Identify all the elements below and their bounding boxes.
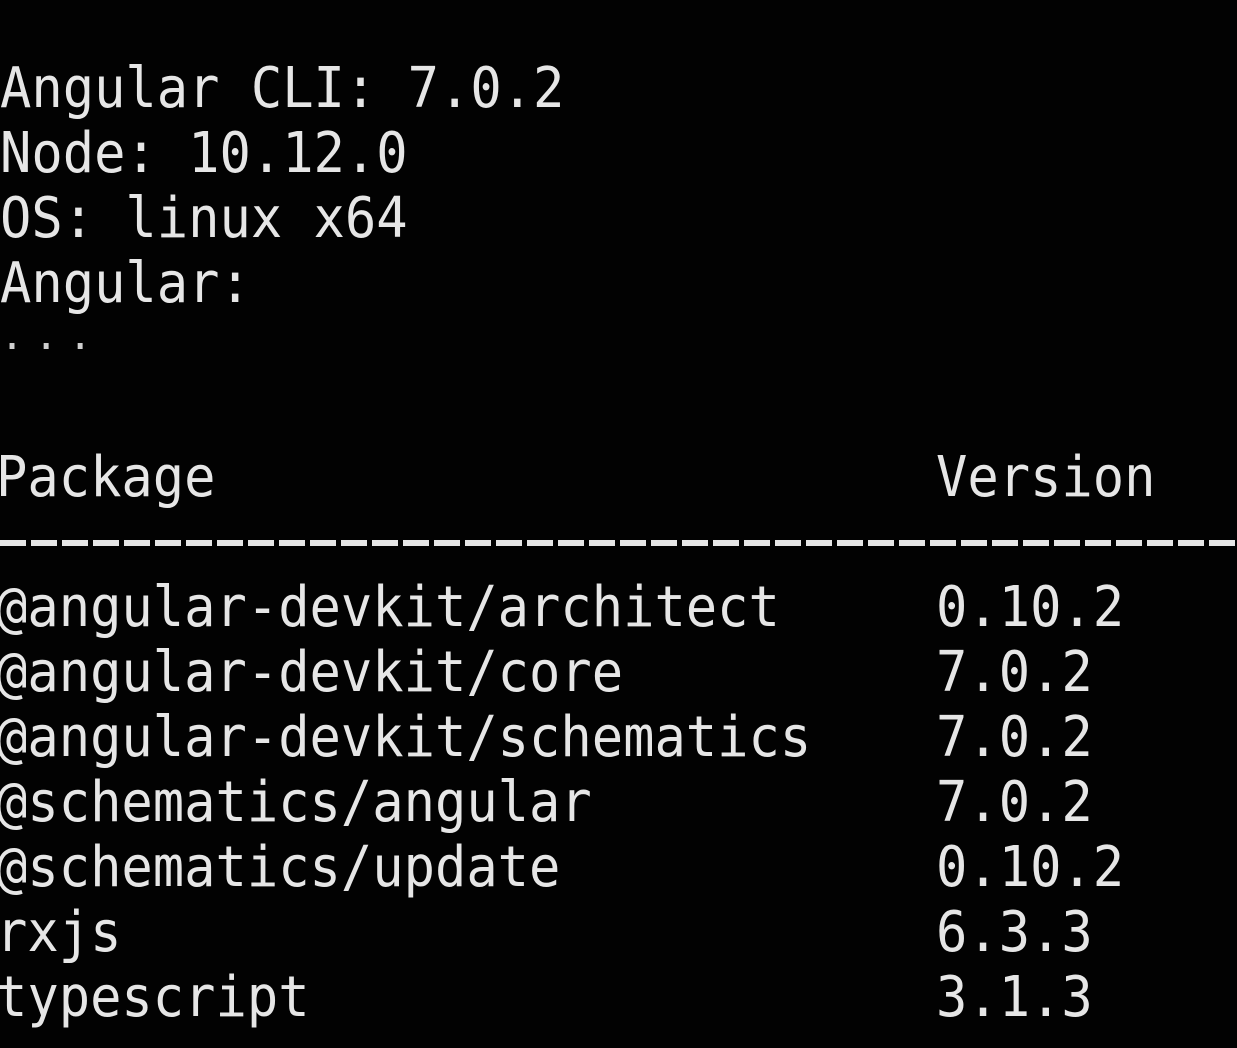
package-name: @angular-devkit/architect [0,575,780,640]
table-separator [0,540,1237,546]
package-table-body: @angular-devkit/architect 0.10.2 @angula… [0,575,1237,1030]
package-version: 7.0.2 [936,705,1093,770]
package-table-header: Package Version [0,445,1237,510]
package-name: typescript [0,965,310,1030]
version-column-header: Version [936,445,1156,510]
table-row: typescript 3.1.3 [0,965,1237,1030]
angular-cli-version-line: Angular CLI: 7.0.2 [0,56,565,121]
version-info-block: Angular CLI: 7.0.2 Node: 10.12.0 OS: lin… [0,56,607,381]
table-row: @angular-devkit/core 7.0.2 [0,640,1237,705]
package-version: 6.3.3 [936,900,1093,965]
package-version: 7.0.2 [936,770,1093,835]
table-row: @angular-devkit/schematics 7.0.2 [0,705,1237,770]
package-name: @angular-devkit/core [0,640,624,705]
table-row: @schematics/update 0.10.2 [0,835,1237,900]
angular-line: Angular: [0,251,251,316]
terminal-window: Angular CLI: 7.0.2 Node: 10.12.0 OS: lin… [0,0,1237,1048]
package-version: 3.1.3 [936,965,1093,1030]
package-version: 0.10.2 [936,835,1125,900]
package-column-header: Package [0,445,216,510]
node-version-line: Node: 10.12.0 [0,121,408,186]
package-name: @schematics/update [0,835,561,900]
table-row: @schematics/angular 7.0.2 [0,770,1237,835]
package-name: @schematics/angular [0,770,592,835]
package-version: 7.0.2 [936,640,1093,705]
ellipsis-line: ... [0,313,103,359]
package-name: @angular-devkit/schematics [0,705,812,770]
package-version: 0.10.2 [936,575,1125,640]
package-name: rxjs [0,900,122,965]
table-row: @angular-devkit/architect 0.10.2 [0,575,1237,640]
os-line: OS: linux x64 [0,186,408,251]
table-row: rxjs 6.3.3 [0,900,1237,965]
